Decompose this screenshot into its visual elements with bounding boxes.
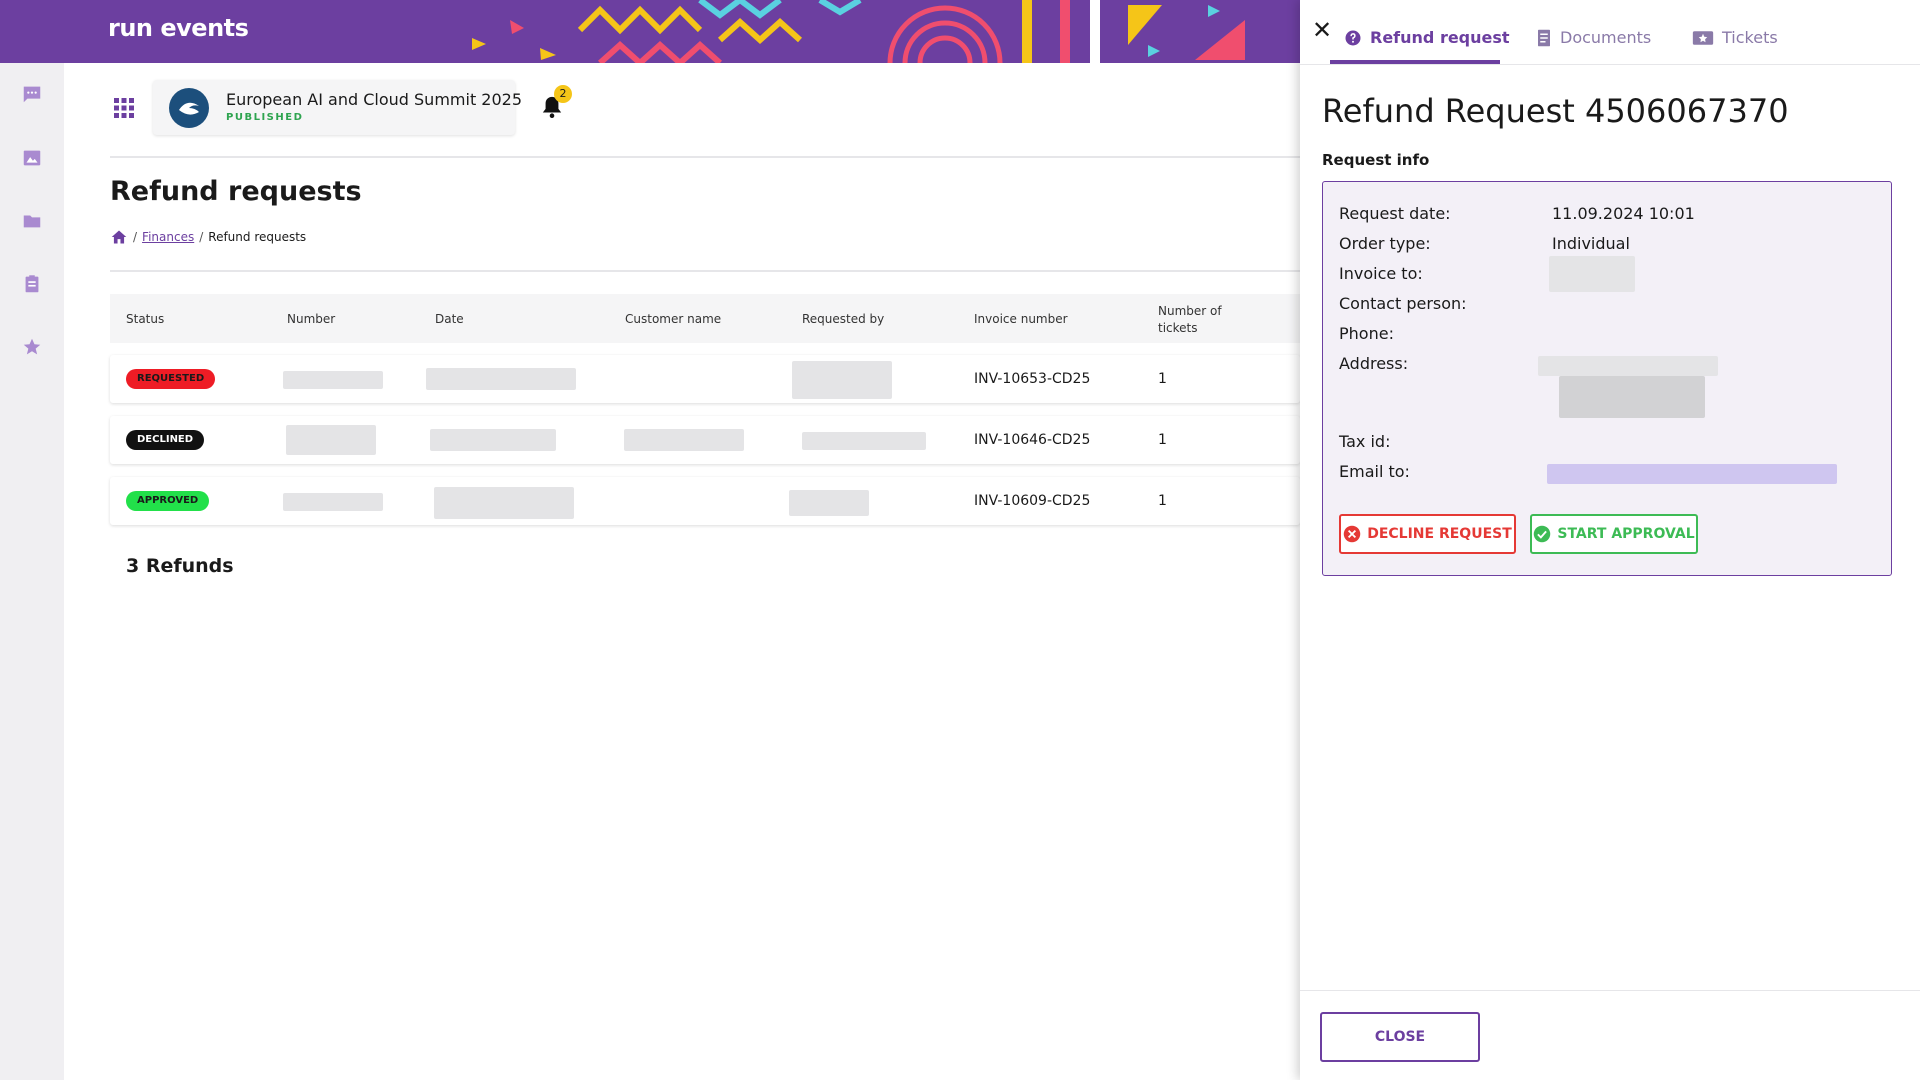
- redacted-address: [1559, 376, 1705, 418]
- field-label: Contact person:: [1339, 294, 1467, 313]
- tab-refund-request[interactable]: Refund request: [1344, 28, 1510, 47]
- left-rail: [0, 63, 64, 1080]
- redacted-address: [1538, 356, 1718, 376]
- redacted-number: [283, 493, 383, 511]
- ticket-count: 1: [1158, 432, 1167, 448]
- redacted-requester: [792, 361, 892, 399]
- approve-button-label: START APPROVAL: [1557, 526, 1695, 542]
- field-label: Email to:: [1339, 462, 1410, 481]
- divider: [110, 156, 1300, 158]
- ticket-count: 1: [1158, 493, 1167, 509]
- breadcrumb: / Finances / Refund requests: [110, 229, 306, 245]
- order-type-value: Individual: [1552, 234, 1630, 253]
- redacted-number: [283, 371, 383, 389]
- image-icon[interactable]: [21, 147, 43, 169]
- active-tab-indicator: [1330, 60, 1500, 64]
- decline-request-button[interactable]: DECLINE REQUEST: [1339, 514, 1516, 554]
- apps-grid-icon[interactable]: [114, 98, 134, 118]
- redacted-invoice-to: [1549, 256, 1635, 292]
- refund-count: 3 Refunds: [126, 555, 234, 577]
- ticket-count: 1: [1158, 371, 1167, 387]
- column-header-customer[interactable]: Customer name: [625, 312, 721, 326]
- column-header-number[interactable]: Number: [287, 312, 335, 326]
- refund-drawer: ✕ Refund request Documents Tickets Refun…: [1300, 0, 1920, 1080]
- tab-tickets[interactable]: Tickets: [1692, 28, 1778, 47]
- redacted-customer: [624, 429, 744, 451]
- event-selector[interactable]: European AI and Cloud Summit 2025 PUBLIS…: [153, 80, 522, 135]
- home-icon[interactable]: [110, 229, 128, 245]
- breadcrumb-finances-link[interactable]: Finances: [142, 230, 194, 244]
- redacted-date: [434, 487, 574, 519]
- document-icon: [1538, 29, 1550, 46]
- redacted-requester: [789, 490, 869, 516]
- header-banner: run events: [0, 0, 1300, 63]
- invoice-number: INV-10653-CD25: [974, 371, 1091, 387]
- breadcrumb-separator: /: [199, 230, 204, 244]
- drawer-title: Refund Request 4506067370: [1322, 92, 1789, 130]
- app-logo[interactable]: run events: [108, 14, 249, 42]
- invoice-number: INV-10646-CD25: [974, 432, 1091, 448]
- status-badge: REQUESTED: [126, 369, 216, 389]
- start-approval-button[interactable]: START APPROVAL: [1530, 514, 1698, 554]
- clipboard-icon[interactable]: [21, 273, 43, 295]
- field-label: Address:: [1339, 354, 1409, 373]
- table-row[interactable]: DECLINED INV-10646-CD25 1: [110, 416, 1300, 464]
- field-label: Request date:: [1339, 204, 1451, 223]
- redacted-number: [286, 425, 376, 455]
- folder-icon[interactable]: [21, 210, 43, 232]
- field-label: Order type:: [1339, 234, 1431, 253]
- field-label: Tax id:: [1339, 432, 1391, 451]
- star-icon[interactable]: [21, 336, 43, 358]
- column-header-date[interactable]: Date: [435, 312, 464, 326]
- status-badge: APPROVED: [126, 491, 210, 511]
- tab-label: Tickets: [1722, 28, 1778, 47]
- table-row[interactable]: APPROVED INV-10609-CD25 1: [110, 477, 1300, 525]
- tab-documents[interactable]: Documents: [1536, 28, 1651, 47]
- chat-icon[interactable]: [21, 83, 43, 105]
- column-header-tickets[interactable]: Number of tickets: [1158, 303, 1228, 337]
- invoice-number: INV-10609-CD25: [974, 493, 1091, 509]
- column-header-requested-by[interactable]: Requested by: [802, 312, 884, 326]
- event-title: European AI and Cloud Summit 2025: [226, 90, 523, 109]
- help-circle-icon: [1345, 30, 1361, 45]
- field-label: Invoice to:: [1339, 264, 1423, 283]
- request-info-panel: Request date: 11.09.2024 10:01 Order typ…: [1322, 181, 1892, 576]
- divider: [1300, 990, 1920, 991]
- breadcrumb-separator: /: [133, 230, 138, 244]
- table-row[interactable]: REQUESTED INV-10653-CD25 1: [110, 355, 1300, 403]
- redacted-requester: [802, 432, 926, 450]
- redacted-date: [426, 368, 576, 390]
- column-header-invoice[interactable]: Invoice number: [974, 312, 1068, 326]
- column-header-status[interactable]: Status: [126, 312, 164, 326]
- event-status: PUBLISHED: [226, 112, 304, 123]
- breadcrumb-current: Refund requests: [208, 230, 307, 244]
- close-button[interactable]: CLOSE: [1320, 1012, 1480, 1062]
- section-heading: Request info: [1322, 151, 1430, 169]
- request-date-value: 11.09.2024 10:01: [1552, 204, 1695, 223]
- page-title: Refund requests: [110, 176, 362, 207]
- check-badge-icon: [1534, 525, 1551, 543]
- status-badge: DECLINED: [126, 430, 205, 450]
- divider: [110, 270, 1300, 272]
- tab-label: Documents: [1560, 28, 1652, 47]
- tab-label: Refund request: [1370, 28, 1510, 47]
- cancel-circle-icon: [1343, 525, 1361, 543]
- field-label: Phone:: [1339, 324, 1394, 343]
- decline-button-label: DECLINE REQUEST: [1367, 526, 1512, 542]
- ticket-icon: [1692, 30, 1714, 45]
- notification-badge: 2: [554, 85, 572, 103]
- table-header: Status Number Date Customer name Request…: [110, 294, 1300, 343]
- main-content: [64, 63, 1300, 1080]
- redacted-email: [1547, 464, 1837, 484]
- redacted-date: [430, 429, 556, 451]
- event-logo: [169, 88, 209, 128]
- close-icon[interactable]: ✕: [1310, 18, 1334, 42]
- drawer-tabs: ✕ Refund request Documents Tickets: [1300, 0, 1920, 65]
